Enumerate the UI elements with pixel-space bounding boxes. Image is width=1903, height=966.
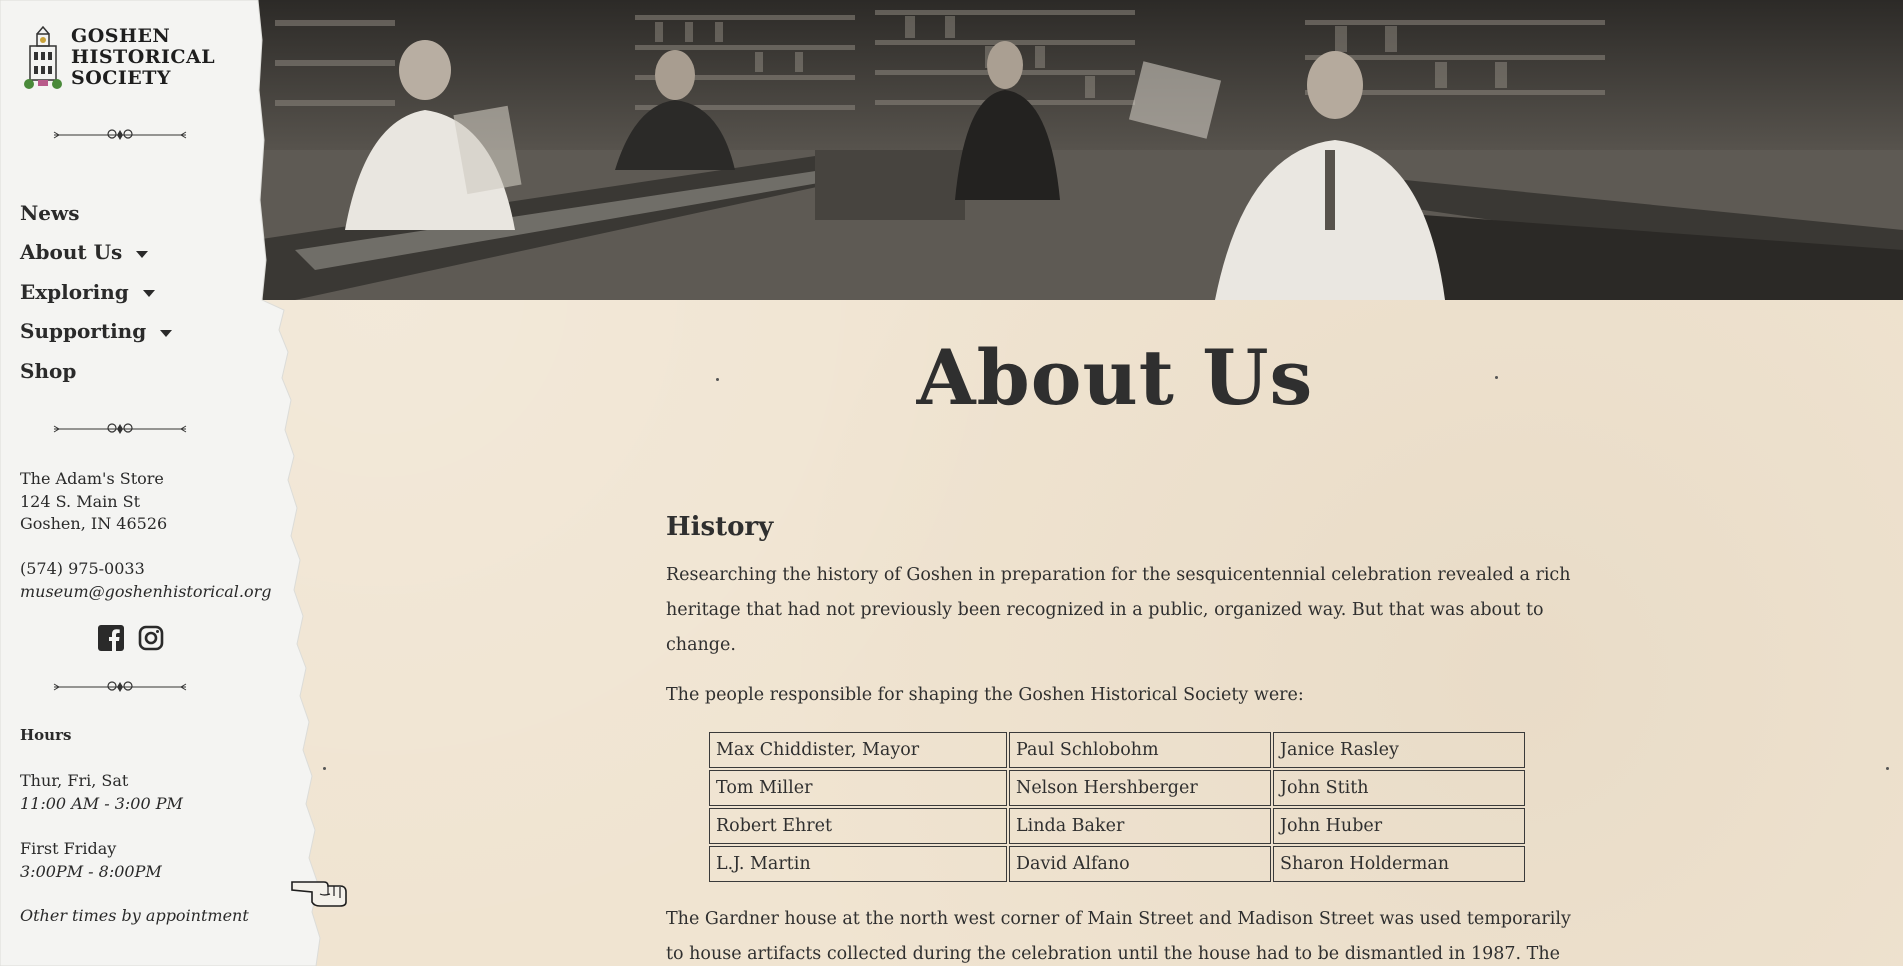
founders-table: Max Chiddister, Mayor Paul Schlobohm Jan… [707,730,1527,884]
hours-note: Other times by appointment [20,906,249,925]
caret-down-icon [142,290,155,298]
caret-down-icon [160,329,173,337]
phone-link[interactable]: (574) 975-0033 [20,558,271,581]
table-cell: Janice Rasley [1273,732,1525,768]
hours-days: First Friday [20,839,117,858]
page-title: About Us [916,333,1314,422]
main-nav: News About Us Exploring Supporting Shop [20,193,173,391]
table-cell: L.J. Martin [709,846,1007,882]
sidebar: GOSHEN HISTORICAL SOCIETY News About Us … [0,0,360,966]
hours-block-regular: Thur, Fri, Sat 11:00 AM - 3:00 PM [20,770,183,815]
hours-days: Thur, Fri, Sat [20,771,129,790]
store-address: The Adam's Store 124 S. Main St Goshen, … [20,468,167,536]
table-cell: Robert Ehret [709,808,1007,844]
nav-item-about-us[interactable]: About Us [20,233,172,273]
section-heading-history: History [666,512,774,542]
nav-item-exploring[interactable]: Exploring [20,272,172,312]
table-cell: Nelson Hershberger [1009,770,1271,806]
hours-time: 11:00 AM - 3:00 PM [20,793,183,813]
instagram-icon[interactable] [138,625,164,651]
history-paragraph-2: The people responsible for shaping the G… [666,685,1304,705]
flourish-divider-icon [53,423,187,434]
hours-time: 3:00PM - 8:00PM [20,861,162,881]
table-cell: Tom Miller [709,770,1007,806]
history-paragraph-3: The Gardner house at the north west corn… [666,909,1571,964]
nav-item-shop[interactable]: Shop [20,351,172,391]
table-row: L.J. Martin David Alfano Sharon Holderma… [709,846,1525,882]
courthouse-logo-icon [24,26,62,89]
hero-photo [255,0,1903,300]
table-cell: Sharon Holderman [1273,846,1525,882]
table-cell: John Huber [1273,808,1525,844]
table-row: Max Chiddister, Mayor Paul Schlobohm Jan… [709,732,1525,768]
address-line: Goshen, IN 46526 [20,514,168,533]
hours-heading: Hours [20,726,72,744]
table-cell: Linda Baker [1009,808,1271,844]
hours-block-first-friday: First Friday 3:00PM - 8:00PM [20,838,162,883]
flourish-divider-icon [53,681,187,692]
nav-item-supporting[interactable]: Supporting [20,312,173,352]
nav-label: Supporting [20,319,147,344]
address-line: The Adam's Store [20,469,164,488]
social-links [98,625,164,651]
logo-line: SOCIETY [71,67,171,89]
caret-down-icon [136,250,149,258]
table-cell: John Stith [1273,770,1525,806]
table-cell: Paul Schlobohm [1009,732,1271,768]
address-line: 124 S. Main St [20,491,141,511]
nav-label: About Us [20,240,123,265]
nav-label: Exploring [20,279,129,304]
nav-item-news[interactable]: News [20,193,172,233]
flourish-divider-icon [53,129,187,140]
store-interior-image [255,0,1903,300]
nav-label: News [20,200,80,225]
article-content: History Researching the history of Goshe… [666,512,1571,966]
table-cell: Max Chiddister, Mayor [709,732,1007,768]
logo-wordmark: GOSHEN HISTORICAL SOCIETY [71,26,215,89]
nav-label: Shop [20,358,77,383]
pointing-hand-icon [291,881,347,907]
contact-info: (574) 975-0033 museum@goshenhistorical.o… [20,558,271,603]
logo-line: GOSHEN [71,25,171,47]
table-row: Tom Miller Nelson Hershberger John Stith [709,770,1525,806]
logo-line: HISTORICAL [71,46,216,68]
history-paragraph-1: Researching the history of Goshen in pre… [666,565,1571,655]
table-cell: David Alfano [1009,846,1271,882]
email-link[interactable]: museum@goshenhistorical.org [20,581,271,604]
facebook-icon[interactable] [98,625,124,651]
table-row: Robert Ehret Linda Baker John Huber [709,808,1525,844]
site-logo[interactable]: GOSHEN HISTORICAL SOCIETY [24,26,215,92]
